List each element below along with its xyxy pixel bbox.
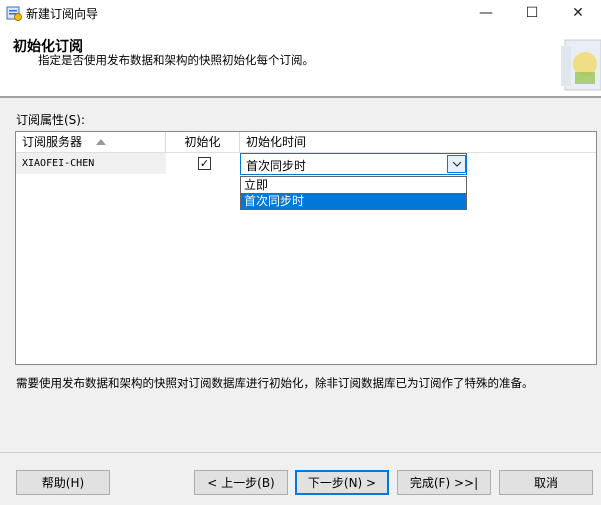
back-button[interactable]: < 上一步(B): [194, 470, 288, 495]
cancel-button[interactable]: 取消: [499, 470, 593, 495]
footer-divider: [0, 452, 601, 453]
dropdown-option-immediate[interactable]: 立即: [241, 177, 466, 193]
subscription-properties-label: 订阅属性(S):: [16, 113, 86, 127]
minimize-icon: —: [479, 5, 493, 21]
wizard-app-icon: [6, 5, 22, 21]
window-title: 新建订阅向导: [26, 7, 99, 21]
init-time-dropdown-list[interactable]: 立即 首次同步时: [240, 176, 467, 210]
chevron-down-icon: [452, 161, 461, 167]
combobox-dropdown-button[interactable]: [447, 155, 466, 173]
server-name-cell: XIAOFEI-CHEN: [16, 153, 166, 174]
table-row[interactable]: XIAOFEI-CHEN ✓ 首次同步时: [16, 153, 596, 175]
init-time-value: 首次同步时: [246, 159, 307, 173]
init-time-combobox[interactable]: 首次同步时: [240, 153, 467, 175]
page-subtitle: 指定是否使用发布数据和架构的快照初始化每个订阅。: [38, 53, 314, 67]
maximize-button[interactable]: ☐: [509, 0, 555, 26]
column-header-server[interactable]: 订阅服务器: [16, 132, 166, 153]
description-text: 需要使用发布数据和架构的快照对订阅数据库进行初始化，除非订阅数据库已为订阅作了特…: [16, 376, 534, 390]
next-button[interactable]: 下一步(N) >: [295, 470, 389, 495]
close-button[interactable]: ✕: [555, 0, 601, 26]
column-header-initialize[interactable]: 初始化: [166, 132, 240, 153]
subscription-grid[interactable]: 订阅服务器 初始化 初始化时间 XIAOFEI-CHEN ✓ 首次同步时 立即 …: [15, 131, 597, 365]
minimize-button[interactable]: —: [463, 0, 509, 26]
check-icon: ✓: [199, 157, 210, 170]
column-header-init-time[interactable]: 初始化时间: [240, 132, 596, 153]
grid-header-row: 订阅服务器 初始化 初始化时间: [16, 132, 596, 153]
finish-button[interactable]: 完成(F) >>|: [397, 470, 491, 495]
header-separator: [0, 96, 601, 98]
maximize-icon: ☐: [525, 5, 539, 21]
wizard-banner-icon: [561, 34, 601, 94]
column-header-server-label: 订阅服务器: [22, 135, 83, 149]
wizard-header: 初始化订阅 指定是否使用发布数据和架构的快照初始化每个订阅。: [0, 26, 601, 96]
initialize-checkbox[interactable]: ✓: [198, 157, 211, 170]
help-button[interactable]: 帮助(H): [16, 470, 110, 495]
close-icon: ✕: [572, 5, 584, 21]
dropdown-option-first-sync[interactable]: 首次同步时: [241, 193, 466, 209]
title-bar: 新建订阅向导 — ☐ ✕: [0, 0, 601, 26]
sort-ascending-icon: [96, 138, 107, 145]
